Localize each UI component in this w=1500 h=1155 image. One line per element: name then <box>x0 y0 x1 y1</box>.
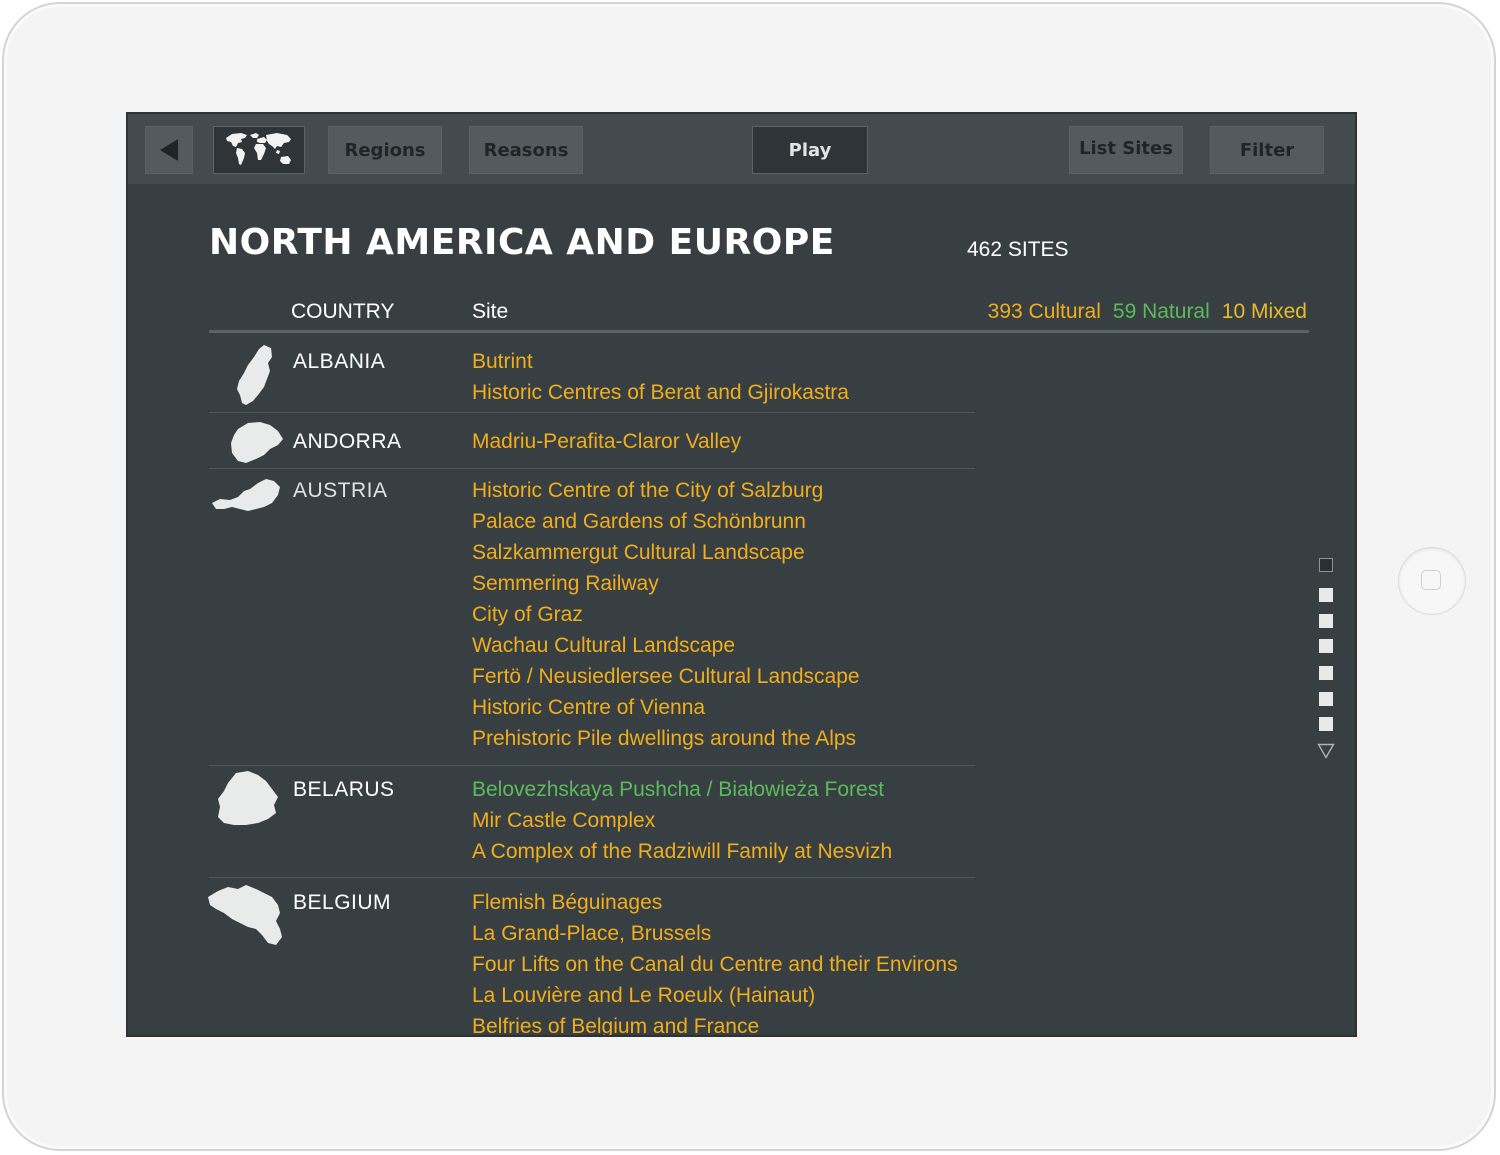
site-item[interactable]: Historic Centre of Vienna <box>472 692 860 723</box>
site-item[interactable]: Belovezhskaya Pushcha / Białowieża Fores… <box>472 774 892 805</box>
site-item[interactable]: Wachau Cultural Landscape <box>472 630 860 661</box>
country-name[interactable]: ANDORRA <box>293 430 402 454</box>
site-item[interactable]: Belfries of Belgium and France <box>472 1011 958 1035</box>
scroll-down-arrow-icon[interactable] <box>1317 743 1335 759</box>
site-item[interactable]: Mir Castle Complex <box>472 805 892 836</box>
country-name[interactable]: BELARUS <box>293 778 395 802</box>
home-button[interactable] <box>1398 547 1466 615</box>
site-item[interactable]: Palace and Gardens of Schönbrunn <box>472 506 860 537</box>
page-dot[interactable] <box>1319 666 1333 680</box>
andorra-silhouette-icon <box>231 422 283 463</box>
site-item[interactable]: Fertö / Neusiedlersee Cultural Landscape <box>472 661 860 692</box>
app-screen: Regions Reasons Play List Sites Filter N… <box>126 112 1357 1037</box>
site-list: Historic Centre of the City of Salzburg … <box>472 475 860 754</box>
page-dot[interactable] <box>1319 639 1333 653</box>
page-dot-active[interactable] <box>1319 558 1333 572</box>
site-item[interactable]: Butrint <box>472 346 849 377</box>
home-button-icon <box>1421 570 1441 590</box>
row-divider <box>209 765 975 766</box>
site-item[interactable]: La Louvière and Le Roeulx (Hainaut) <box>472 980 958 1011</box>
site-item[interactable]: Semmering Railway <box>472 568 860 599</box>
site-item[interactable]: Four Lifts on the Canal du Centre and th… <box>472 949 958 980</box>
page-dot[interactable] <box>1319 717 1333 731</box>
site-item[interactable]: Madriu-Perafita-Claror Valley <box>472 426 741 457</box>
site-item[interactable]: Historic Centre of the City of Salzburg <box>472 475 860 506</box>
site-item[interactable]: Flemish Béguinages <box>472 887 958 918</box>
belarus-silhouette-icon <box>218 771 278 825</box>
country-name[interactable]: AUSTRIA <box>293 479 388 503</box>
albania-silhouette-icon <box>237 345 272 405</box>
austria-silhouette-icon <box>212 479 280 511</box>
site-item[interactable]: Historic Centres of Berat and Gjirokastr… <box>472 377 849 408</box>
site-item[interactable]: A Complex of the Radziwill Family at Nes… <box>472 836 892 867</box>
row-divider <box>209 412 975 413</box>
country-name[interactable]: ALBANIA <box>293 350 385 374</box>
site-item[interactable]: Salzkammergut Cultural Landscape <box>472 537 860 568</box>
page-dot[interactable] <box>1319 588 1333 602</box>
site-list: Flemish Béguinages La Grand-Place, Bruss… <box>472 887 958 1035</box>
site-item[interactable]: La Grand-Place, Brussels <box>472 918 958 949</box>
page-dot[interactable] <box>1319 614 1333 628</box>
belgium-silhouette-icon <box>208 885 282 945</box>
site-item[interactable]: Prehistoric Pile dwellings around the Al… <box>472 723 860 754</box>
site-list: Butrint Historic Centres of Berat and Gj… <box>472 346 849 408</box>
site-list: Belovezhskaya Pushcha / Białowieża Fores… <box>472 774 892 867</box>
site-item[interactable]: City of Graz <box>472 599 860 630</box>
site-list: Madriu-Perafita-Claror Valley <box>472 426 741 457</box>
page-dot[interactable] <box>1319 692 1333 706</box>
country-site-list: ALBANIA Butrint Historic Centres of Bera… <box>128 114 1355 1035</box>
row-divider <box>209 877 975 878</box>
row-divider <box>209 468 975 469</box>
country-name[interactable]: BELGIUM <box>293 891 391 915</box>
